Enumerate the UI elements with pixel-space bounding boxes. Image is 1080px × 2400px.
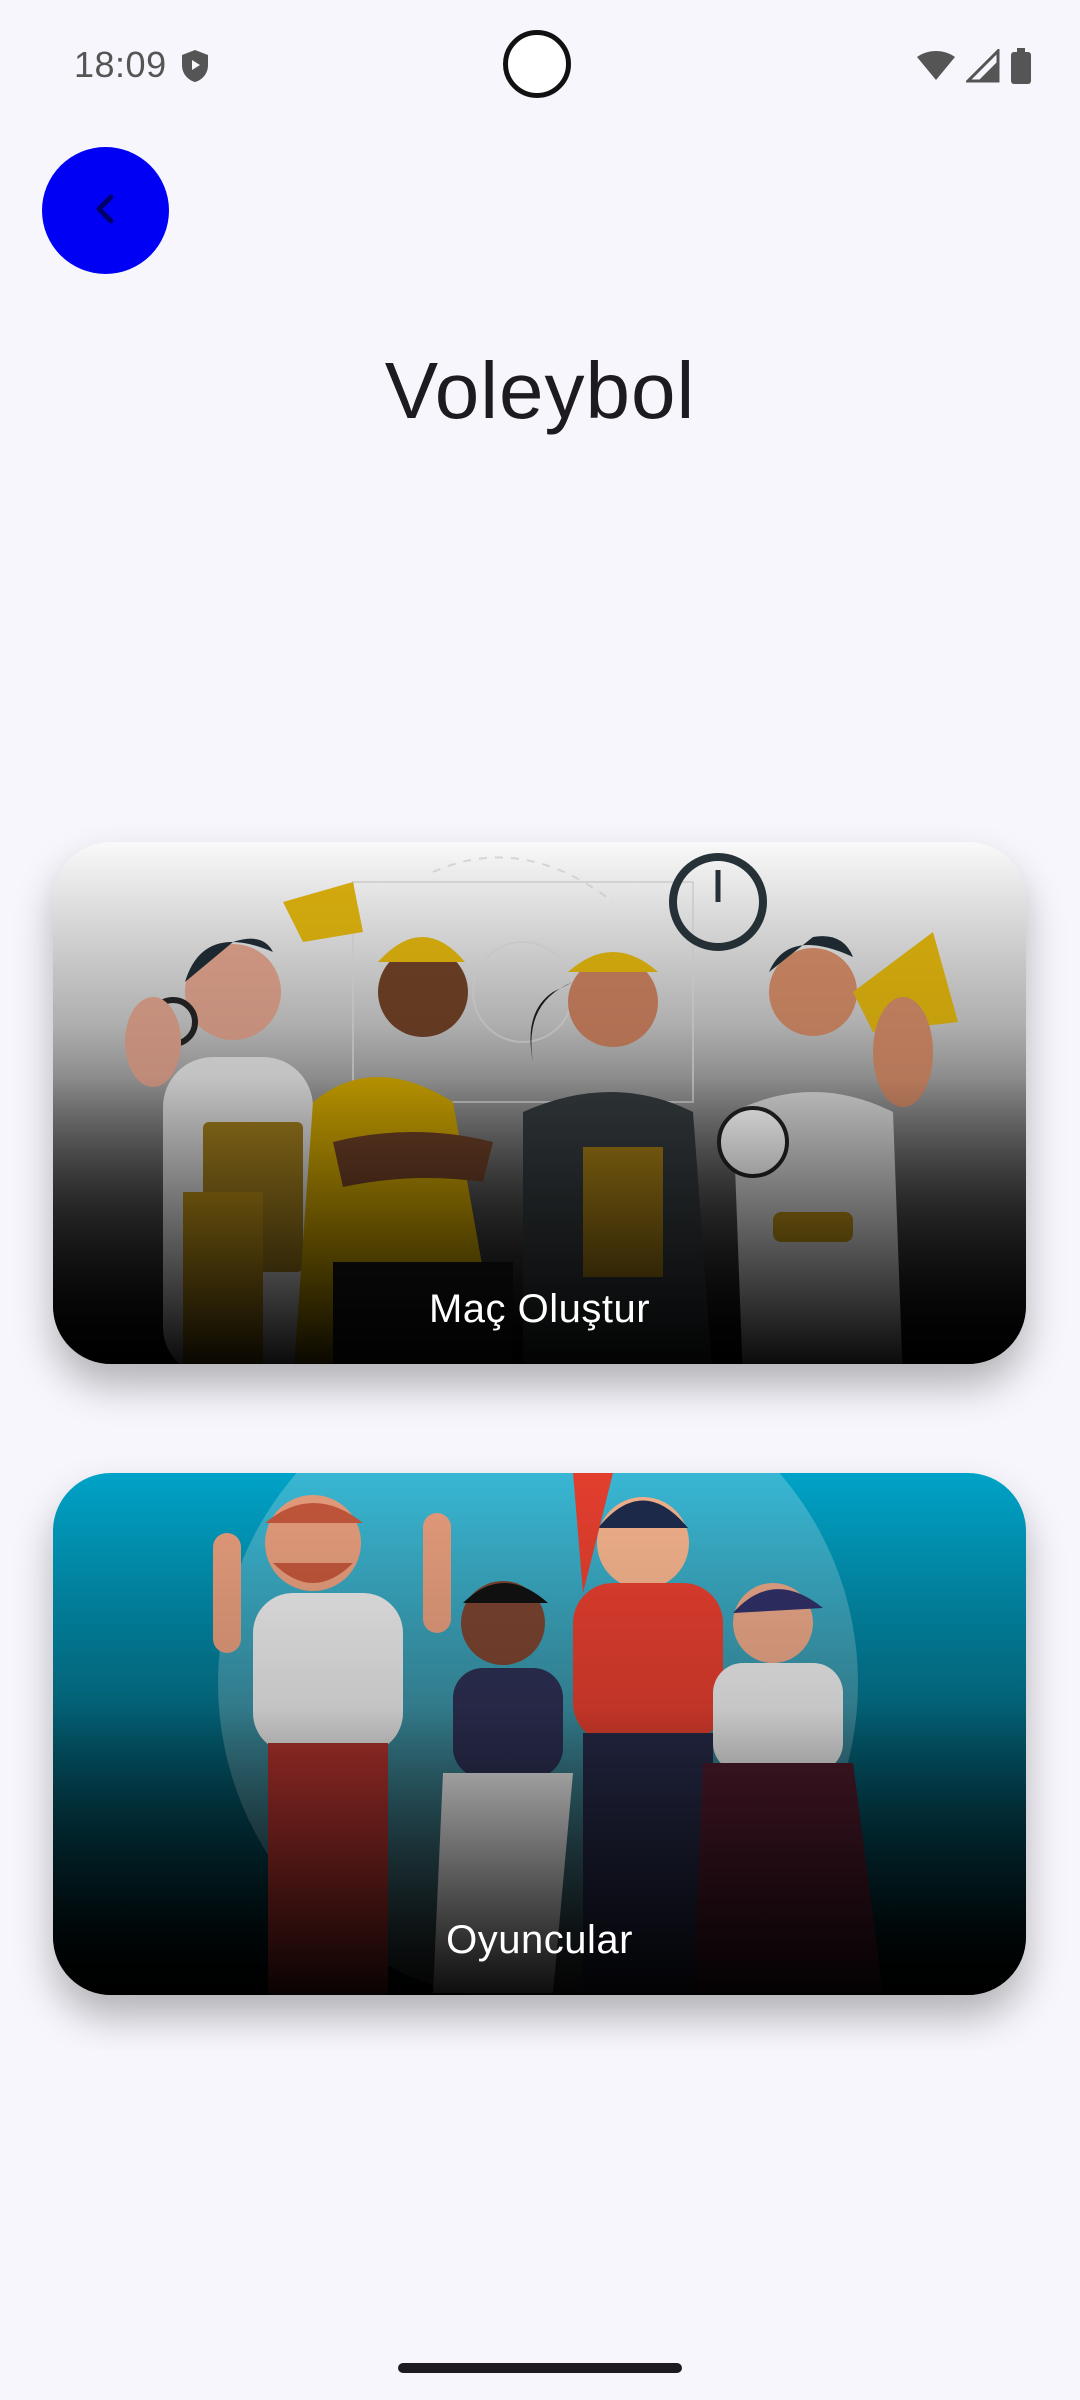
signal-icon (964, 47, 1000, 88)
wifi-icon (916, 50, 956, 87)
players-label: Oyuncular (446, 1918, 633, 1962)
coaches-referees-illustration (53, 842, 1026, 1364)
back-button[interactable] (42, 147, 169, 274)
home-indicator[interactable] (398, 2363, 682, 2373)
camera-cutout (503, 30, 571, 98)
battery-icon (1010, 48, 1032, 89)
chevron-left-icon (91, 189, 121, 232)
status-time: 18:09 (74, 44, 167, 85)
bottom-area (0, 2050, 1080, 2400)
create-match-card[interactable]: Maç Oluştur (53, 842, 1026, 1364)
players-card[interactable]: Oyuncular (53, 1473, 1026, 1995)
shield-icon (180, 48, 210, 89)
create-match-label: Maç Oluştur (428, 1287, 651, 1331)
celebrating-players-illustration (53, 1473, 1026, 1995)
page-title: Voleybol (384, 346, 696, 435)
status-bar: 18:09 (0, 0, 1080, 130)
system-icons (916, 47, 1032, 89)
